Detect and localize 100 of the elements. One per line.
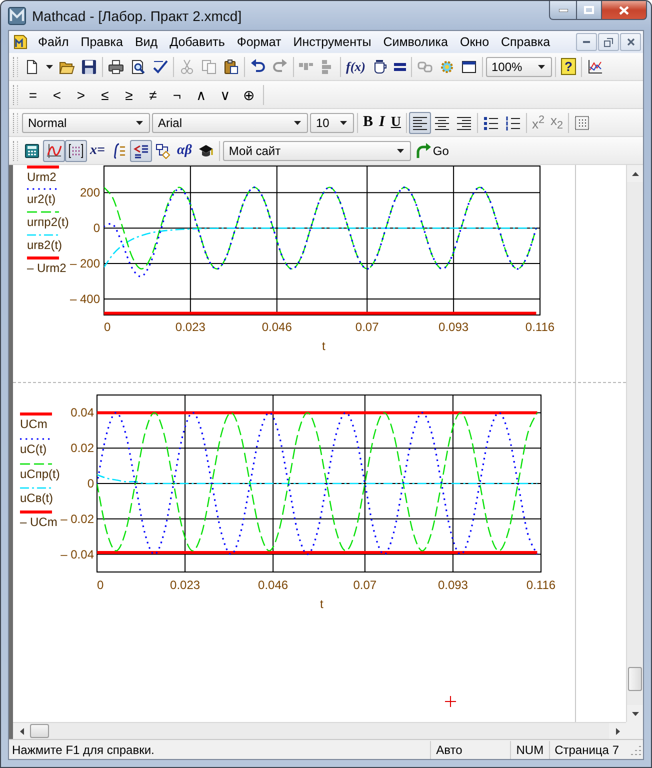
status-panel: Авто [430, 740, 468, 758]
undo-icon [250, 58, 266, 74]
operator-button[interactable]: ≥ [117, 84, 141, 106]
clipboard-icon [223, 58, 239, 74]
axis-tick-label: – 0.02 [60, 512, 94, 526]
dotted-grid-icon [574, 114, 590, 130]
maximize-button[interactable] [576, 1, 602, 20]
legend-label: – UCm [20, 515, 58, 529]
document-icon [12, 34, 28, 50]
toolbar-grip[interactable] [13, 56, 18, 76]
graph-toolbar-button[interactable] [43, 140, 65, 162]
legend-line-sample [20, 463, 52, 465]
legend-label: uCв(t) [20, 491, 54, 505]
operator-button[interactable]: ¬ [165, 84, 189, 106]
operator-button[interactable]: ≠ [141, 84, 165, 106]
align-right-icon [456, 114, 472, 130]
toolbar-grip[interactable] [13, 112, 18, 132]
axis-tick-label: 0.093 [438, 320, 469, 334]
minimize-button[interactable] [576, 33, 597, 51]
menu-item[interactable]: Файл [32, 35, 75, 49]
app-icon [8, 7, 26, 25]
axis-tick-label: 0.116 [526, 578, 556, 592]
left-arrow-icon [20, 728, 24, 734]
vertical-scrollbar[interactable] [626, 165, 643, 722]
calculator-icon [24, 142, 40, 158]
scroll-left-button[interactable] [13, 723, 30, 739]
status-panel: NUM [510, 740, 549, 758]
menu-item[interactable]: Инструменты [287, 35, 378, 49]
legend-line-sample [27, 234, 59, 236]
menu-item[interactable]: Добавить [164, 35, 231, 49]
insert-function-button[interactable]: f(x) [343, 56, 368, 78]
legend-line-sample [20, 510, 52, 514]
url-dropdown[interactable]: Мой сайт [222, 140, 411, 160]
axis-label: t [320, 597, 324, 611]
menu-item[interactable]: Правка [74, 35, 129, 49]
graph-icon [46, 142, 62, 158]
scroll-up-button[interactable] [627, 165, 643, 182]
checkmark-icon [152, 58, 168, 74]
matrix-toolbar-button[interactable] [65, 140, 87, 162]
scrollbar-thumb[interactable] [30, 724, 49, 738]
legend-label: urпр2(t) [27, 215, 69, 229]
toolbar-grip[interactable] [13, 84, 18, 104]
window-icon [460, 58, 476, 74]
underline-button[interactable]: U [388, 112, 404, 134]
operator-button[interactable]: ≤ [93, 84, 117, 106]
restore-button[interactable] [598, 33, 619, 51]
zoom-dropdown[interactable]: 100% [486, 56, 552, 76]
caret-icon [396, 148, 404, 152]
legend-label: urв2(t) [27, 238, 62, 252]
menu-item[interactable]: Вид [128, 35, 164, 49]
maximize-icon [584, 6, 594, 14]
close-button[interactable] [620, 33, 641, 51]
axis-tick-label: 0.02 [70, 441, 94, 456]
style-dropdown[interactable]: Normal [22, 112, 150, 132]
legend-label: Urm2 [27, 170, 56, 184]
status-panel: Страница 7 [548, 740, 624, 758]
caret-icon [340, 120, 347, 124]
menu-item[interactable]: Символика [377, 35, 454, 49]
operator-button[interactable]: ∨ [213, 84, 237, 106]
legend-line-sample [27, 211, 59, 213]
toolbar-grip[interactable] [13, 140, 18, 160]
menu-item[interactable]: Окно [454, 35, 496, 49]
close-button[interactable] [602, 1, 647, 20]
status-text: Нажмите F1 для справки. [11, 742, 156, 756]
legend-label: – Urm2 [27, 261, 66, 275]
legend-line-sample [20, 438, 52, 440]
equals-icon [394, 62, 406, 70]
operator-button[interactable]: < [45, 84, 69, 106]
scrollbar-thumb[interactable] [628, 667, 642, 691]
go-button[interactable]: Go [412, 140, 452, 162]
legend-label: uCпр(t) [20, 467, 60, 481]
align-left-button[interactable] [408, 112, 431, 134]
operator-button[interactable]: ∧ [189, 84, 213, 106]
caret-icon [136, 120, 143, 124]
menu-item[interactable]: Справка [495, 35, 556, 49]
legend-label: UCm [20, 417, 48, 431]
greek-button[interactable]: αβ [174, 140, 195, 162]
operator-button[interactable]: = [21, 84, 45, 106]
align-top-icon [299, 63, 313, 70]
axis-tick-label: 200 [80, 186, 100, 200]
axis-tick-label: 0.023 [175, 320, 206, 334]
scroll-down-button[interactable] [627, 705, 643, 722]
crosshair-icon [445, 696, 456, 707]
operator-button[interactable]: > [69, 84, 93, 106]
horizontal-scrollbar[interactable] [13, 722, 626, 739]
evaluation-button[interactable]: x= [87, 140, 108, 162]
axis-tick-label: 0 [93, 221, 100, 236]
minimize-button[interactable] [549, 1, 576, 20]
printer-icon [108, 58, 124, 74]
caret-icon [538, 64, 544, 68]
resize-grip-icon[interactable] [630, 744, 641, 755]
italic-button[interactable]: I [376, 112, 388, 134]
operator-button[interactable]: ⊕ [237, 84, 261, 106]
scroll-right-button[interactable] [609, 723, 626, 739]
font-dropdown[interactable]: Arial [152, 112, 308, 132]
font-size-dropdown[interactable]: 10 [310, 112, 354, 132]
menu-item[interactable]: Формат [230, 35, 288, 49]
bold-button[interactable]: B [360, 112, 376, 134]
boolean-button[interactable] [130, 140, 152, 162]
axis-tick-label: – 200 [70, 256, 100, 271]
